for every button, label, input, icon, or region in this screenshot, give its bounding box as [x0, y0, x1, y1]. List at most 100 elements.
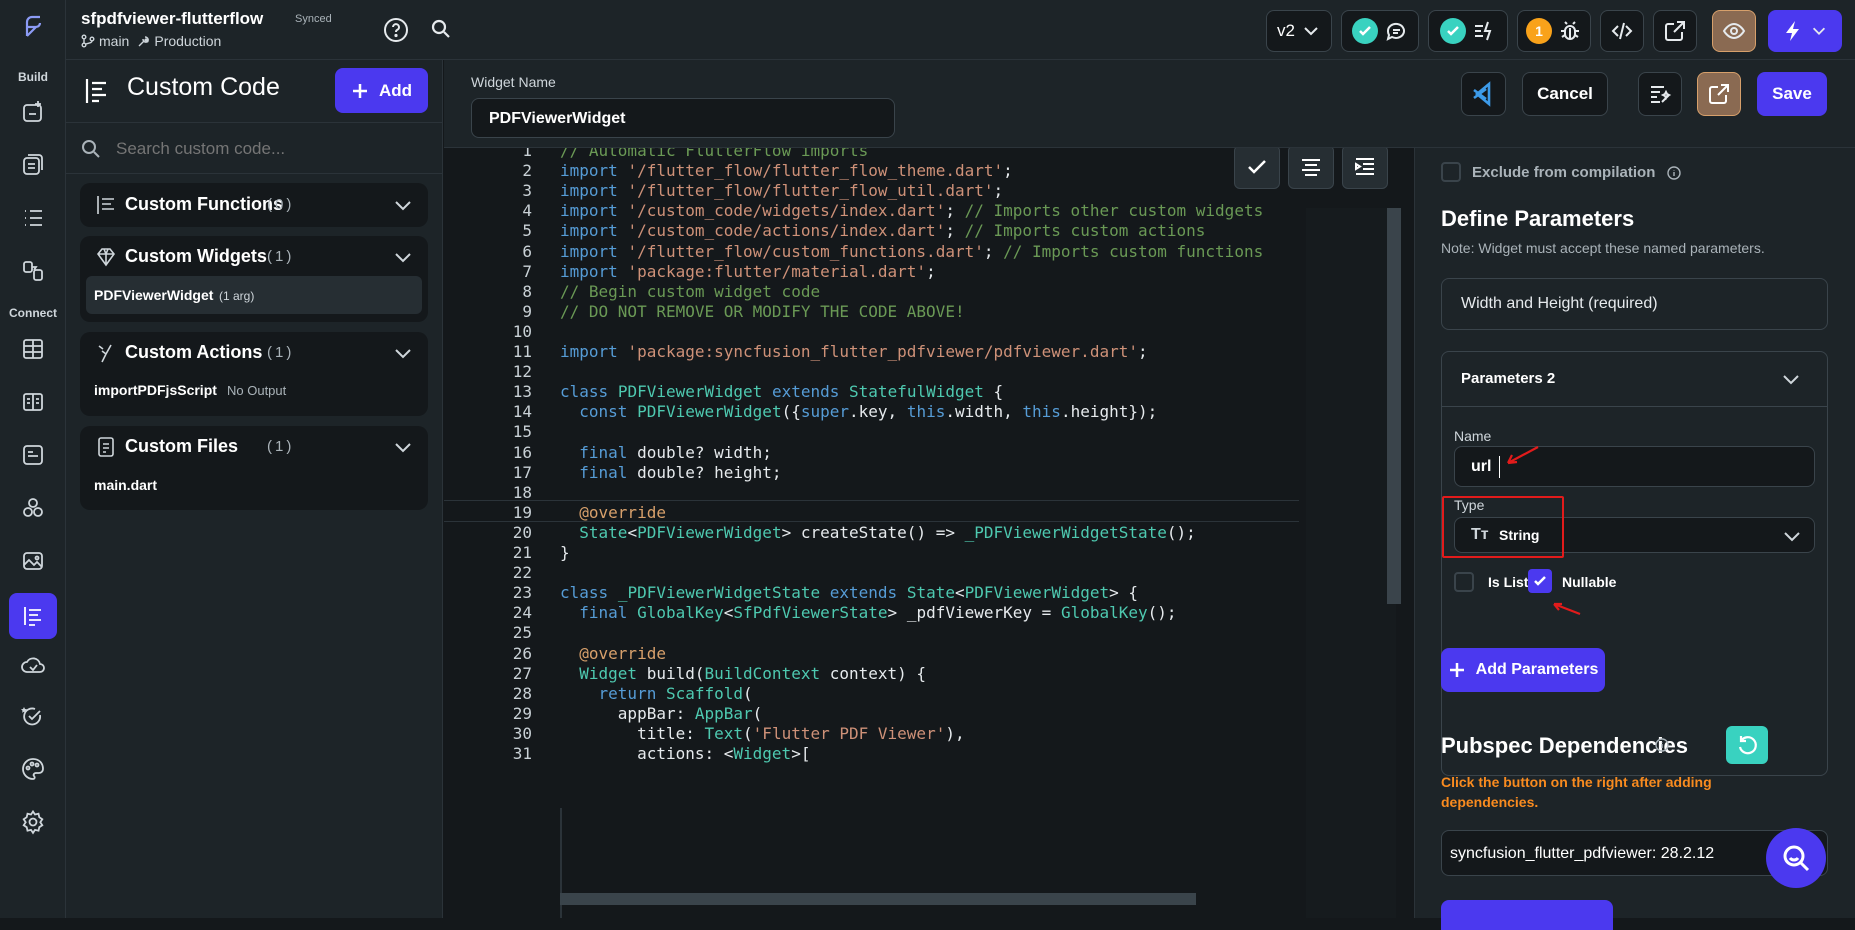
custom-files-section[interactable]: Custom Files (1) main.dart: [80, 426, 428, 510]
branch-info[interactable]: main Production: [81, 33, 221, 49]
media-assets-icon[interactable]: [14, 542, 52, 580]
settings-gear-icon[interactable]: [14, 803, 52, 841]
comments-status-button[interactable]: [1341, 10, 1419, 52]
debug-warnings-button[interactable]: 1: [1517, 10, 1591, 52]
code-line: class _PDFViewerWidgetState extends Stat…: [560, 583, 1139, 603]
integrations-icon[interactable]: [14, 489, 52, 527]
search-input[interactable]: [116, 135, 416, 163]
line-number: 31: [512, 744, 532, 763]
database-icon[interactable]: [14, 330, 52, 368]
custom-functions-section[interactable]: Custom Functions (0): [80, 183, 428, 227]
cancel-button[interactable]: Cancel: [1522, 72, 1608, 116]
plus-icon: [1449, 663, 1464, 677]
preview-button[interactable]: [1712, 10, 1756, 52]
line-number: 16: [512, 442, 532, 462]
minimap[interactable]: [1306, 208, 1396, 918]
check-circle-icon: [1440, 18, 1466, 44]
view-code-button[interactable]: [1600, 10, 1644, 52]
top-bar: sfpdfviewer-flutterflow Synced main Prod…: [66, 0, 1855, 60]
add-dependency-button[interactable]: [1441, 900, 1613, 930]
refresh-dependencies-button[interactable]: [1726, 726, 1768, 764]
item-meta: No Output: [227, 383, 287, 398]
chevron-down-icon: [395, 253, 411, 263]
version-dropdown[interactable]: v2: [1266, 10, 1332, 52]
lightning-icon: [1786, 21, 1799, 41]
files-icon[interactable]: [14, 436, 52, 474]
parameter-card-header[interactable]: Parameters 2: [1442, 352, 1827, 407]
line-number: 30: [512, 723, 532, 743]
align-center-button[interactable]: [1288, 148, 1334, 189]
line-number: 29: [512, 703, 532, 723]
testing-icon[interactable]: [14, 698, 52, 736]
exclude-checkbox[interactable]: [1441, 162, 1461, 182]
line-number: 14: [512, 402, 532, 422]
external-link-icon: [1709, 84, 1729, 104]
annotation-arrow-icon: [1507, 446, 1539, 465]
code-line: // DO NOT REMOVE OR MODIFY THE CODE ABOV…: [560, 301, 965, 321]
info-icon[interactable]: [1655, 738, 1669, 752]
vertical-scrollbar[interactable]: [1387, 208, 1401, 604]
help-chat-button[interactable]: [1766, 828, 1826, 888]
section-title: Custom Functions: [125, 194, 283, 214]
chevron-down-icon: [1784, 532, 1800, 542]
widget-name-value: PDFViewerWidget: [489, 110, 626, 127]
editor-header: Widget Name PDFViewerWidget Cancel Save: [444, 60, 1855, 148]
check-icon: [1534, 576, 1546, 586]
widget-name-field[interactable]: PDFViewerWidget: [471, 98, 895, 138]
section-count: (1): [267, 248, 295, 265]
theme-settings-icon[interactable]: [14, 750, 52, 788]
environment-name: Production: [154, 33, 222, 49]
line-number: 21: [512, 543, 532, 562]
format-code-button[interactable]: [1638, 72, 1682, 116]
code-line: final double? width;: [579, 442, 772, 462]
project-name[interactable]: sfpdfviewer-flutterflow: [81, 9, 263, 29]
parameter-name-value: url: [1471, 458, 1492, 475]
custom-code-icon[interactable]: [9, 593, 57, 639]
width-height-field[interactable]: Width and Height (required): [1441, 278, 1828, 330]
open-external-button[interactable]: [1653, 10, 1697, 52]
indent-button[interactable]: [1342, 148, 1388, 189]
custom-widgets-section[interactable]: Custom Widgets (1) PDFViewerWidget (1 ar…: [80, 236, 428, 322]
add-page-icon[interactable]: [14, 93, 52, 131]
list-item-main-dart[interactable]: main.dart: [94, 477, 414, 499]
nullable-checkbox[interactable]: [1528, 569, 1552, 593]
help-icon[interactable]: [381, 15, 411, 45]
code-editor[interactable]: 1 2 3 4 5 6 7 8 9 10 11 12 13 14 15 16 17 18 19 20 21 22 23 24 2…: [444, 148, 1414, 918]
line-number: 3: [522, 181, 532, 201]
pages-icon[interactable]: [14, 146, 52, 184]
line-number: 23: [512, 583, 532, 603]
add-parameters-label: Add Parameters: [1475, 661, 1599, 678]
open-in-vscode-button[interactable]: [1461, 72, 1506, 116]
flutterflow-logo-icon[interactable]: [14, 8, 52, 46]
chevron-down-icon[interactable]: [1780, 368, 1802, 390]
list-item-pdfviewerwidget[interactable]: PDFViewerWidget (1 arg): [86, 276, 422, 314]
popout-editor-button[interactable]: [1697, 72, 1741, 116]
run-button[interactable]: [1768, 10, 1842, 52]
search-icon[interactable]: [428, 16, 454, 42]
actions-status-button[interactable]: [1428, 10, 1508, 52]
widget-tree-icon[interactable]: [14, 199, 52, 237]
code-line: import 'package:flutter/material.dart';: [560, 261, 936, 281]
is-list-checkbox[interactable]: [1454, 572, 1474, 592]
text-cursor: [1499, 456, 1500, 478]
item-name: PDFViewerWidget: [94, 287, 214, 303]
storyboard-icon[interactable]: [14, 252, 52, 290]
list-item-importpdfjsscript[interactable]: importPDFjsScript No Output: [94, 382, 414, 404]
api-calls-icon[interactable]: [14, 383, 52, 421]
left-rail: Build Connect: [0, 0, 66, 918]
horizontal-scrollbar[interactable]: [560, 893, 1196, 905]
cloud-deploy-icon[interactable]: [14, 646, 52, 684]
item-name: main.dart: [94, 477, 158, 493]
info-icon[interactable]: [1667, 166, 1681, 180]
search-bar[interactable]: [66, 122, 442, 174]
save-button[interactable]: Save: [1757, 72, 1827, 116]
file-icon: [98, 437, 114, 457]
search-icon: [82, 140, 100, 158]
line-number: 6: [522, 241, 532, 261]
line-number: 24: [512, 603, 532, 623]
custom-actions-section[interactable]: Custom Actions (1) importPDFjsScript No …: [80, 332, 428, 416]
line-number: 12: [512, 362, 532, 382]
check-code-button[interactable]: [1234, 148, 1280, 189]
add-parameters-button[interactable]: Add Parameters: [1441, 648, 1605, 692]
add-custom-code-button[interactable]: Add: [335, 68, 428, 113]
